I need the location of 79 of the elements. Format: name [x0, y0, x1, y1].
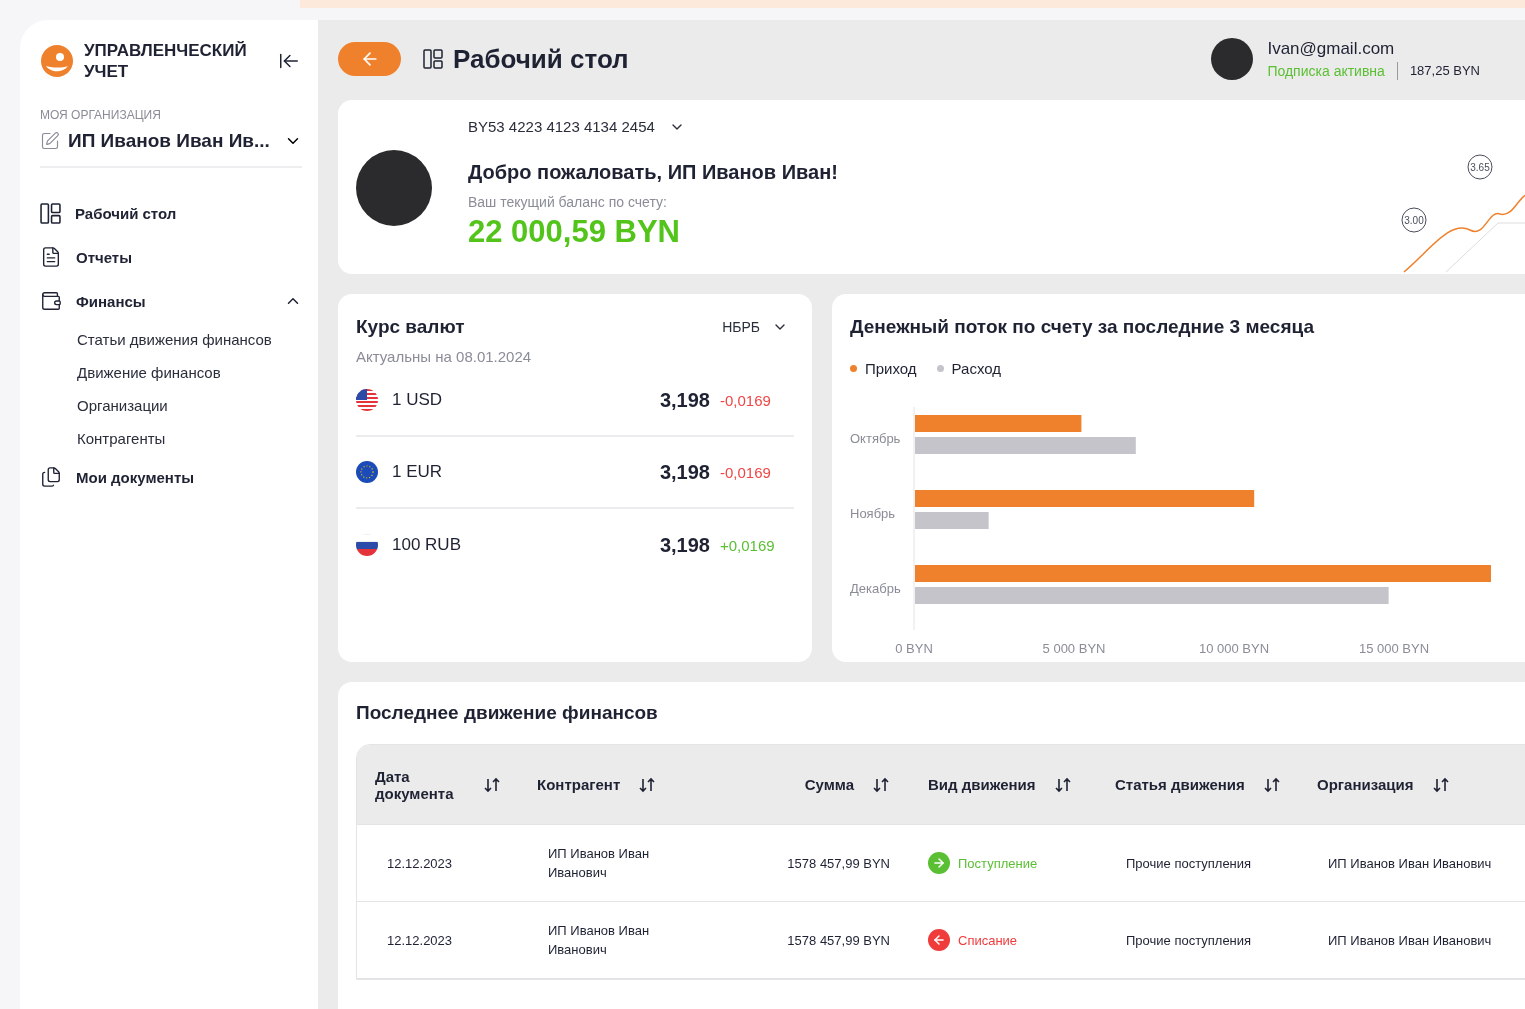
column-header[interactable]: Статья движения: [1115, 776, 1245, 793]
table-cell-text: 12.12.2023: [386, 931, 453, 950]
logo-text: УПРАВЛЕНЧЕСКИЙ УЧЕТ: [84, 40, 248, 82]
welcome-title: Добро пожаловать, ИП Иванов Иван!: [468, 161, 838, 184]
table-cell-text: 12.12.2023: [386, 854, 453, 873]
account-balance: 187,25 BYN: [1409, 63, 1480, 78]
source-select[interactable]: НБРБ: [722, 319, 794, 335]
subscription-status: Подписка активна: [1267, 62, 1385, 79]
logo-icon: [40, 44, 74, 78]
sort-icon[interactable]: [483, 776, 501, 793]
us-flag-icon: [356, 389, 378, 411]
document-icon: [40, 246, 62, 268]
currency-code: 1 USD: [392, 390, 444, 410]
rate-change: -0,0169: [720, 391, 772, 409]
category-label: Ноябрь: [850, 506, 896, 521]
legend-label: Расход: [951, 360, 1002, 377]
table-cell: Списание: [958, 932, 1018, 948]
nav-subitem[interactable]: Организации: [40, 391, 168, 420]
sort-icon[interactable]: [1431, 776, 1450, 793]
currency-code: 100 RUB: [392, 535, 462, 555]
card-title: Денежный поток по счету за последние 3 месяца: [850, 316, 1315, 338]
table-cell-text: 1578 457,99 BYN: [787, 854, 891, 873]
rate-change: +0,0169: [720, 536, 776, 554]
organization-select[interactable]: ИП Иванов Иван Ив...: [40, 122, 302, 168]
nav-subitem[interactable]: Статьи движения финансов: [40, 325, 272, 354]
user-email: Ivan@gmail.com: [1267, 38, 1396, 59]
column-header[interactable]: Дата документа: [375, 767, 465, 802]
ru-flag-icon: [356, 534, 378, 556]
nav-item[interactable]: Мои документы: [40, 457, 302, 497]
column-header[interactable]: Вид движения: [928, 776, 1036, 793]
value-bubble: 3.65: [1467, 154, 1493, 180]
column-header[interactable]: Организация: [1317, 776, 1414, 793]
column-header[interactable]: Контрагент: [537, 776, 621, 793]
nav-item[interactable]: Рабочий стол: [40, 194, 302, 233]
rates-date: Актуальны на 08.01.2024: [356, 348, 533, 365]
table-cell-text: Прочие поступления: [1125, 931, 1252, 950]
category-label: Декабрь: [850, 581, 901, 596]
sort-icon[interactable]: [872, 776, 890, 793]
rate-value: 3,198: [659, 388, 710, 412]
documents-icon: [40, 466, 62, 488]
table-cell-text: ИП Иванов Иван Иванович: [547, 845, 651, 882]
axis-tick-label: 0 BYN: [895, 641, 933, 656]
table-cell-text: ИП Иванов Иван Иванович: [1327, 854, 1492, 873]
balance-label: Ваш текущий баланс по счету:: [468, 194, 668, 210]
sort-icon[interactable]: [638, 776, 657, 793]
column-header[interactable]: Сумма: [804, 776, 854, 793]
nav-item[interactable]: Отчеты: [40, 237, 302, 277]
nav-subitem[interactable]: Движение финансов: [40, 358, 221, 387]
sort-icon[interactable]: [1262, 776, 1281, 793]
dashboard-icon: [40, 203, 61, 224]
rate-value: 3,198: [659, 460, 710, 484]
organization-label: МОЯ ОРГАНИЗАЦИЯ: [40, 108, 162, 122]
sort-icon[interactable]: [1053, 776, 1072, 793]
card-title: Курс валют: [356, 316, 465, 338]
legend-label: Приход: [865, 360, 917, 377]
card-title: Последнее движение финансов: [356, 702, 659, 724]
nav-item[interactable]: Финансы: [40, 281, 302, 321]
avatar: [1211, 38, 1254, 80]
rate-value: 3,198: [659, 533, 710, 557]
category-label: Октябрь: [850, 431, 901, 446]
table-cell-text: 1578 457,99 BYN: [787, 931, 891, 950]
table-cell-text: ИП Иванов Иван Иванович: [1327, 931, 1492, 950]
axis-tick-label: 15 000 BYN: [1358, 641, 1430, 656]
table-cell-text: Прочие поступления: [1125, 854, 1252, 873]
rate-change: -0,0169: [720, 463, 772, 481]
dashboard-icon: [423, 49, 443, 69]
account-select[interactable]: BY53 4223 4123 4134 2454: [468, 118, 838, 135]
table-cell: Поступление: [958, 855, 1038, 871]
table-cell-text: ИП Иванов Иван Иванович: [547, 922, 651, 959]
currency-code: 1 EUR: [392, 462, 444, 482]
edit-icon: [40, 131, 60, 151]
axis-tick-label: 5 000 BYN: [1042, 641, 1106, 656]
eu-flag-icon: [356, 461, 378, 483]
nav-subitem[interactable]: Контрагенты: [40, 424, 166, 453]
wallet-icon: [40, 290, 62, 312]
page-title: Рабочий стол: [453, 43, 629, 75]
balance-amount: 22 000,59 BYN: [468, 214, 681, 250]
value-bubble: 3.00: [1401, 207, 1427, 233]
axis-tick-label: 10 000 BYN: [1198, 641, 1270, 656]
